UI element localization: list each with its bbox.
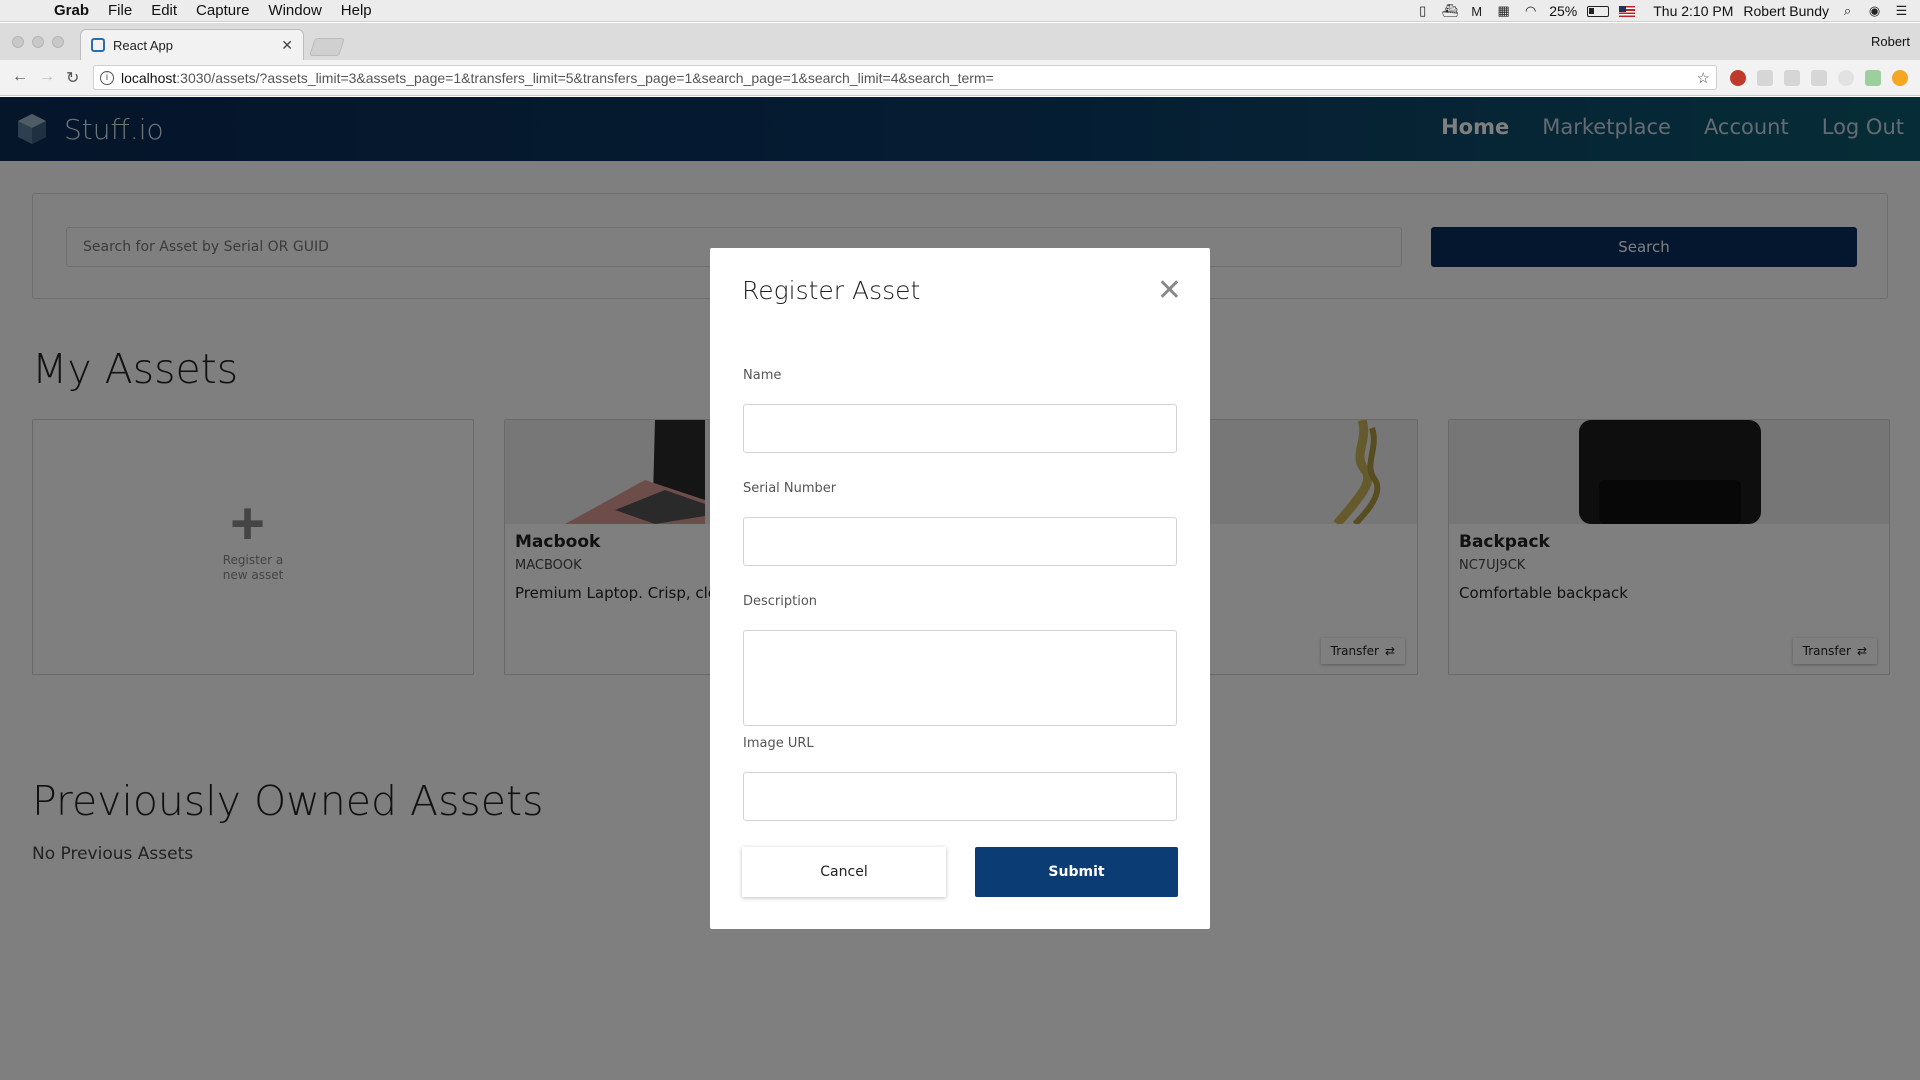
ublock-extension-icon[interactable] [1730, 70, 1746, 86]
notification-center-icon[interactable]: ☰ [1893, 3, 1910, 18]
input-source-flag-icon[interactable] [1619, 5, 1636, 17]
siri-icon[interactable]: ◉ [1866, 3, 1883, 18]
docker-icon[interactable]: ⛴ [1441, 3, 1458, 18]
url-host: localhost [121, 69, 177, 86]
new-tab-button[interactable] [309, 38, 345, 56]
back-arrow-icon[interactable]: ← [12, 68, 28, 86]
address-bar[interactable]: i localhost :3030/assets/?assets_limit=3… [93, 65, 1717, 90]
reload-icon[interactable]: ↻ [66, 68, 79, 88]
window-minimize-button[interactable] [32, 36, 44, 48]
os-menubar: Grab File Edit Capture Window Help ▯ ⛴ M… [0, 0, 1920, 22]
image-url-label: Image URL [743, 736, 814, 751]
extension-status-icon[interactable] [1865, 70, 1881, 86]
cancel-button[interactable]: Cancel [742, 847, 946, 897]
menubar-clock[interactable]: Thu 2:10 PM [1653, 3, 1733, 19]
url-path: :3030/assets/?assets_limit=3&assets_page… [176, 69, 994, 86]
close-icon[interactable]: ✕ [1157, 276, 1182, 306]
tab-title: React App [113, 37, 173, 53]
battery-percent: 25% [1549, 3, 1578, 19]
browser-toolbar: ← → ↻ i localhost :3030/assets/?assets_l… [0, 60, 1920, 96]
menu-capture[interactable]: Capture [196, 2, 249, 19]
menu-edit[interactable]: Edit [151, 2, 177, 19]
name-label: Name [743, 368, 782, 383]
grid-status-icon[interactable]: ▦ [1495, 3, 1512, 18]
register-asset-modal: Register Asset ✕ Name Serial Number Desc… [710, 248, 1210, 929]
browser-profile-button[interactable]: Robert [1871, 34, 1910, 49]
react-favicon-icon [91, 38, 105, 52]
wifi-icon[interactable]: ◠ [1522, 3, 1539, 18]
submit-button[interactable]: Submit [975, 847, 1178, 897]
menu-window[interactable]: Window [268, 2, 321, 19]
window-close-button[interactable] [12, 36, 24, 48]
name-input[interactable] [743, 404, 1177, 453]
modal-title: Register Asset [742, 276, 921, 305]
site-info-icon[interactable]: i [100, 70, 114, 85]
menu-help[interactable]: Help [341, 2, 372, 19]
tab-close-icon[interactable]: ✕ [281, 37, 293, 54]
menubar-user[interactable]: Robert Bundy [1743, 3, 1829, 19]
serial-number-label: Serial Number [743, 481, 837, 496]
browser-tabbar: React App ✕ Robert [0, 23, 1920, 60]
extension-alert-icon[interactable] [1892, 70, 1908, 86]
description-textarea[interactable] [743, 630, 1177, 726]
extension-grid-icon[interactable] [1784, 70, 1800, 86]
spotlight-search-icon[interactable]: ⌕ [1839, 3, 1856, 18]
description-label: Description [743, 594, 818, 609]
menu-grab[interactable]: Grab [54, 2, 89, 19]
extension-doc-icon[interactable] [1811, 70, 1827, 86]
forward-arrow-icon[interactable]: → [39, 68, 55, 86]
mail-status-icon[interactable]: M [1468, 4, 1485, 19]
browser-tab-active[interactable]: React App ✕ [80, 29, 304, 60]
dock-status-icon[interactable]: ▯ [1414, 3, 1431, 18]
serial-number-input[interactable] [743, 517, 1177, 566]
battery-icon[interactable] [1587, 5, 1610, 17]
window-zoom-button[interactable] [52, 36, 64, 48]
bookmark-star-icon[interactable]: ☆ [1697, 69, 1710, 87]
image-url-input[interactable] [743, 772, 1177, 821]
menu-file[interactable]: File [108, 2, 132, 19]
extension-icon[interactable] [1757, 70, 1773, 86]
extension-cloud-icon[interactable] [1838, 70, 1854, 86]
